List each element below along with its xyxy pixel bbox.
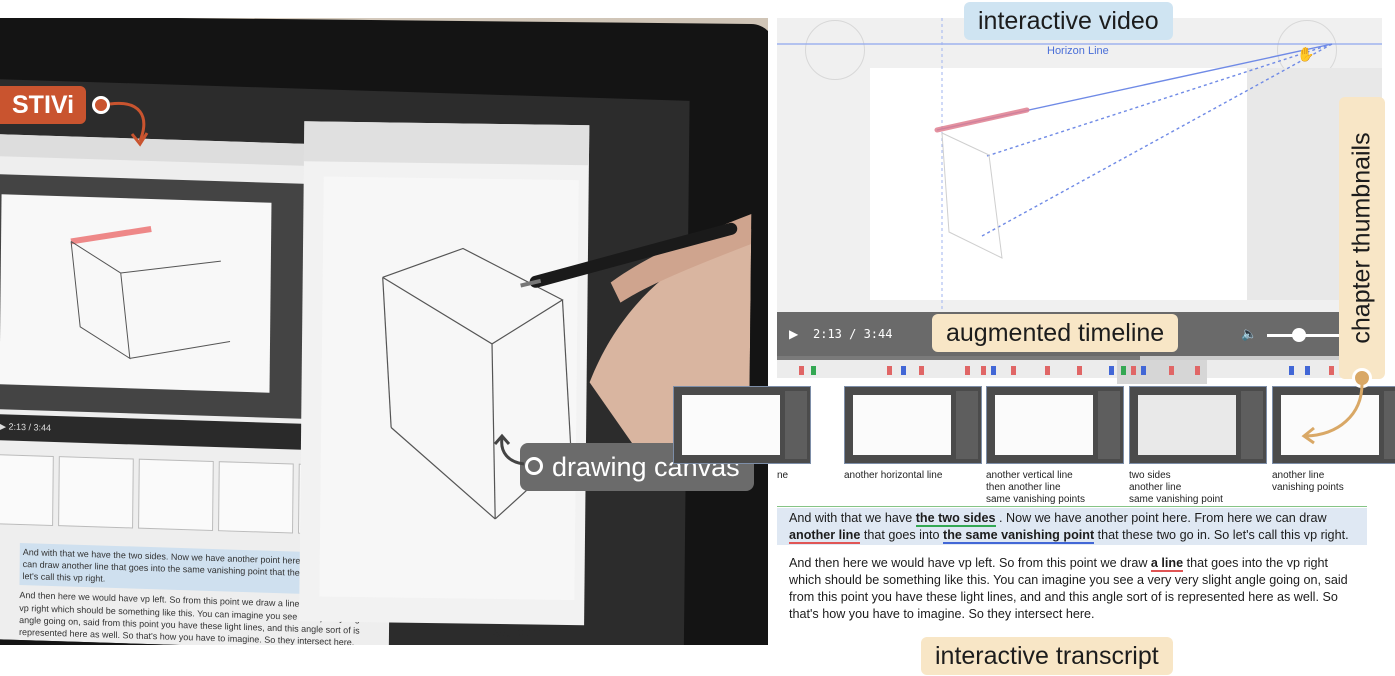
interactive-transcript-label: interactive transcript <box>921 637 1173 675</box>
chapter-caption: ne <box>777 470 789 481</box>
transcript-paragraph[interactable]: And then here we would have vp left. So … <box>777 545 1367 622</box>
timeline-marker[interactable] <box>991 366 996 375</box>
chapter-thumbnail[interactable]: another vertical line then another line … <box>986 386 1124 506</box>
chapter-thumbnails-label: chapter thumbnails <box>1339 97 1385 379</box>
perspective-overlay <box>777 18 1382 312</box>
timeline-marker[interactable] <box>1045 366 1050 375</box>
transcript-divider <box>777 506 1367 507</box>
chapter-caption: two sides another line same vanishing po… <box>1129 470 1223 505</box>
stivi-arrow-icon <box>109 101 149 147</box>
timeline-marker[interactable] <box>1011 366 1016 375</box>
chapter-caption: another line vanishing points <box>1272 470 1344 493</box>
transcript-text: . Now we have another point here. From h… <box>995 511 1327 525</box>
chapter-thumbnail-image <box>986 386 1124 464</box>
transcript-text: And then here we would have vp left. So … <box>789 556 1151 571</box>
stivi-label: STIVi <box>0 86 87 124</box>
transcript-text: that goes into <box>860 527 943 542</box>
chapter-thumbnail-image <box>844 386 982 464</box>
transcript-highlight-red[interactable]: a line <box>1150 556 1184 573</box>
tablet-video-sketch <box>70 226 231 360</box>
timeline-marker[interactable] <box>1289 366 1294 375</box>
horizon-line-label: Horizon Line <box>1047 45 1109 57</box>
timeline-marker[interactable] <box>811 366 816 375</box>
timeline-marker[interactable] <box>901 366 906 375</box>
chapter-thumbnail-image <box>1129 386 1267 464</box>
tablet-thumb <box>58 456 134 529</box>
chapter-thumbnail[interactable]: another horizontal line <box>844 386 982 482</box>
interactive-video-label: interactive video <box>964 2 1173 40</box>
tablet-video-frame <box>0 194 272 393</box>
timeline-marker[interactable] <box>1195 366 1200 375</box>
tablet-timecode: 2:13 / 3:44 <box>8 421 52 433</box>
chapter-thumbnail-image <box>673 386 811 464</box>
augmented-timeline-label: augmented timeline <box>932 314 1179 352</box>
timeline-marker[interactable] <box>1169 366 1174 375</box>
chapter-thumbnails-label-text: chapter thumbnails <box>1347 132 1376 344</box>
chapter-arrow-icon <box>1301 383 1364 445</box>
wacom-logo: wacom <box>490 624 546 641</box>
timeline-marker[interactable] <box>965 366 970 375</box>
timeline-marker[interactable] <box>887 366 892 375</box>
timeline-marker[interactable] <box>799 366 804 375</box>
transcript-paragraph-active[interactable]: And with that we have the two sides . No… <box>777 508 1367 546</box>
chapter-thumbnails: ne another horizontal line another verti… <box>673 386 1395 506</box>
drawing-canvas-arrow-icon <box>493 433 525 466</box>
chapter-caption: another horizontal line <box>844 470 943 481</box>
timeline-marker[interactable] <box>1305 366 1310 375</box>
timeline-marker[interactable] <box>981 366 986 375</box>
interactive-video[interactable]: Horizon Line ✋ ▶ 2:13 / 3:44 🔈 <box>777 18 1382 358</box>
tablet-thumb <box>0 453 54 526</box>
chapter-thumbnail[interactable]: two sides another line same vanishing po… <box>1129 386 1267 506</box>
timeline-marker[interactable] <box>919 366 924 375</box>
play-icon[interactable]: ▶ <box>789 327 798 341</box>
transcript-highlight-red[interactable]: another line <box>789 527 861 544</box>
timeline-marker[interactable] <box>1121 366 1126 375</box>
volume-knob[interactable] <box>1292 328 1307 342</box>
video-timecode: 2:13 / 3:44 <box>813 327 893 341</box>
transcript-highlight-green[interactable]: the two sides <box>915 511 996 527</box>
chapter-caption: another vertical line then another line … <box>986 470 1085 505</box>
timeline-marker[interactable] <box>1131 366 1136 375</box>
tablet-thumb <box>138 458 214 532</box>
interactive-transcript[interactable]: And with that we have the two sides . No… <box>777 508 1367 622</box>
chapter-thumbnail[interactable]: ne <box>673 386 811 482</box>
timeline-marker[interactable] <box>1329 366 1334 375</box>
transcript-highlight-blue[interactable]: the same vanishing point <box>943 527 1095 544</box>
transcript-text: that these two go in. So let's call this… <box>1094 527 1349 542</box>
augmented-timeline[interactable] <box>777 360 1382 384</box>
timeline-marker[interactable] <box>1141 366 1146 375</box>
volume-icon[interactable]: 🔈 <box>1241 326 1257 342</box>
tablet-thumb <box>218 461 294 534</box>
timeline-marker[interactable] <box>1077 366 1082 375</box>
transcript-text: And with that we have <box>789 511 916 525</box>
hand-cursor-icon: ✋ <box>1297 46 1315 62</box>
timeline-marker[interactable] <box>1109 366 1114 375</box>
